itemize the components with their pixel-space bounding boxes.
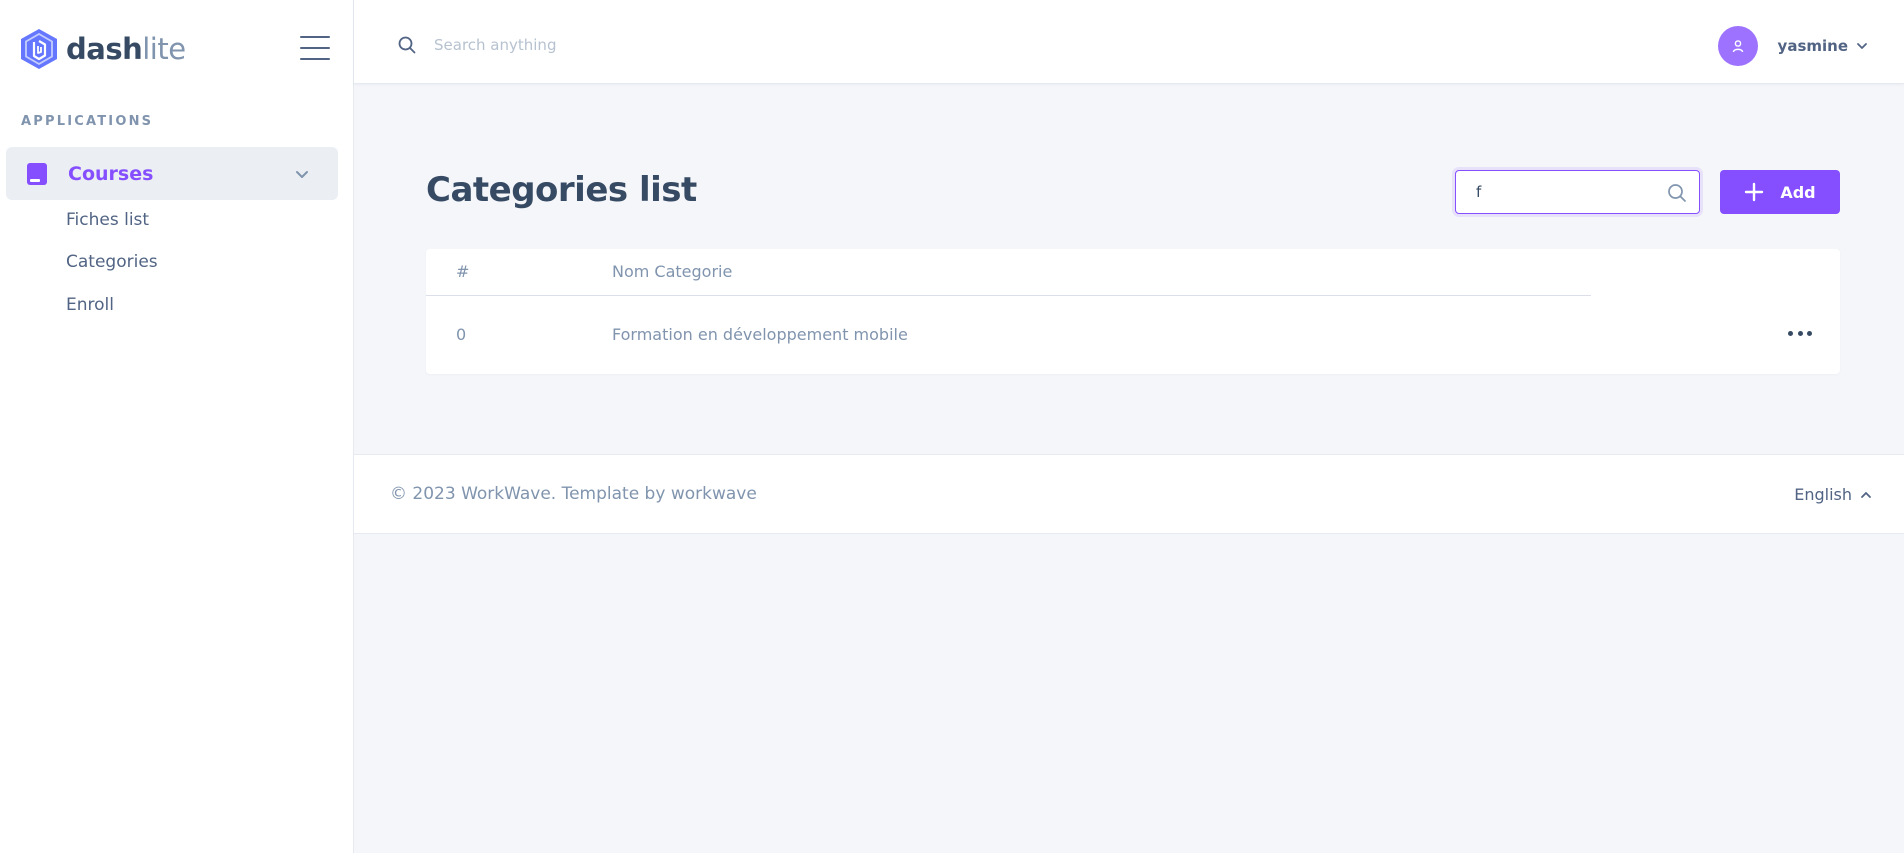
hamburger-icon-bar [300,36,330,38]
avatar [1717,26,1758,66]
categories-table: # Nom Categorie 0 Formation en développe… [426,249,1840,374]
brand-logo-link[interactable]: dashlite [20,28,186,70]
user-dropdown-toggle[interactable]: yasmine [1717,26,1868,66]
dot [1807,331,1812,336]
brand-name-bold: dash [66,32,143,66]
nav-heading: APPLICATIONS [21,114,154,129]
hexagon-logo-icon [21,29,57,69]
sidebar-item-courses[interactable]: Courses [6,147,338,200]
search-icon [398,36,416,54]
search-icon[interactable] [1667,183,1687,203]
dot [1788,331,1793,336]
chevron-down-icon [296,170,308,178]
language-selector[interactable]: English [1794,485,1872,504]
top-header: yasmine [354,0,1904,84]
chevron-down-icon [1857,43,1867,49]
chevron-up-icon [1861,491,1871,498]
category-filter-input[interactable] [1456,171,1656,213]
sidebar-item-label: Courses [68,162,154,185]
menu-toggle-button[interactable] [300,36,330,60]
add-button-label: Add [1780,182,1816,202]
page-title: Categories list [426,170,697,210]
book-icon [27,162,47,185]
copyright-text: © 2023 WorkWave. Template by workwave [390,484,757,504]
table-cell-id: 0 [456,325,467,344]
user-name: yasmine [1777,37,1848,55]
sidebar-subitem-enroll[interactable]: Enroll [66,295,114,315]
table-header-name: Nom Categorie [612,262,733,281]
sidebar: dashlite APPLICATIONS Courses Fiches lis… [0,0,354,853]
table-header-id: # [456,262,470,281]
category-filter-field[interactable] [1455,170,1700,214]
table-header-divider [426,295,1591,296]
plus-icon [1745,182,1764,202]
sidebar-subitem-categories[interactable]: Categories [66,252,158,272]
table-cell-name: Formation en développement mobile [612,325,908,344]
hamburger-icon-bar [300,47,330,49]
hamburger-icon-bar [300,58,330,60]
add-category-button[interactable]: Add [1720,170,1840,214]
user-icon [1732,40,1743,53]
sidebar-subitem-fiches-list[interactable]: Fiches list [66,210,149,230]
global-search-input[interactable] [434,30,854,60]
dot [1797,331,1803,336]
footer: © 2023 WorkWave. Template by workwave En… [354,454,1904,534]
language-label: English [1794,485,1852,504]
brand-name-light: lite [142,32,186,66]
row-more-options-icon[interactable] [1788,331,1812,339]
brand-name: dashlite [66,32,186,66]
